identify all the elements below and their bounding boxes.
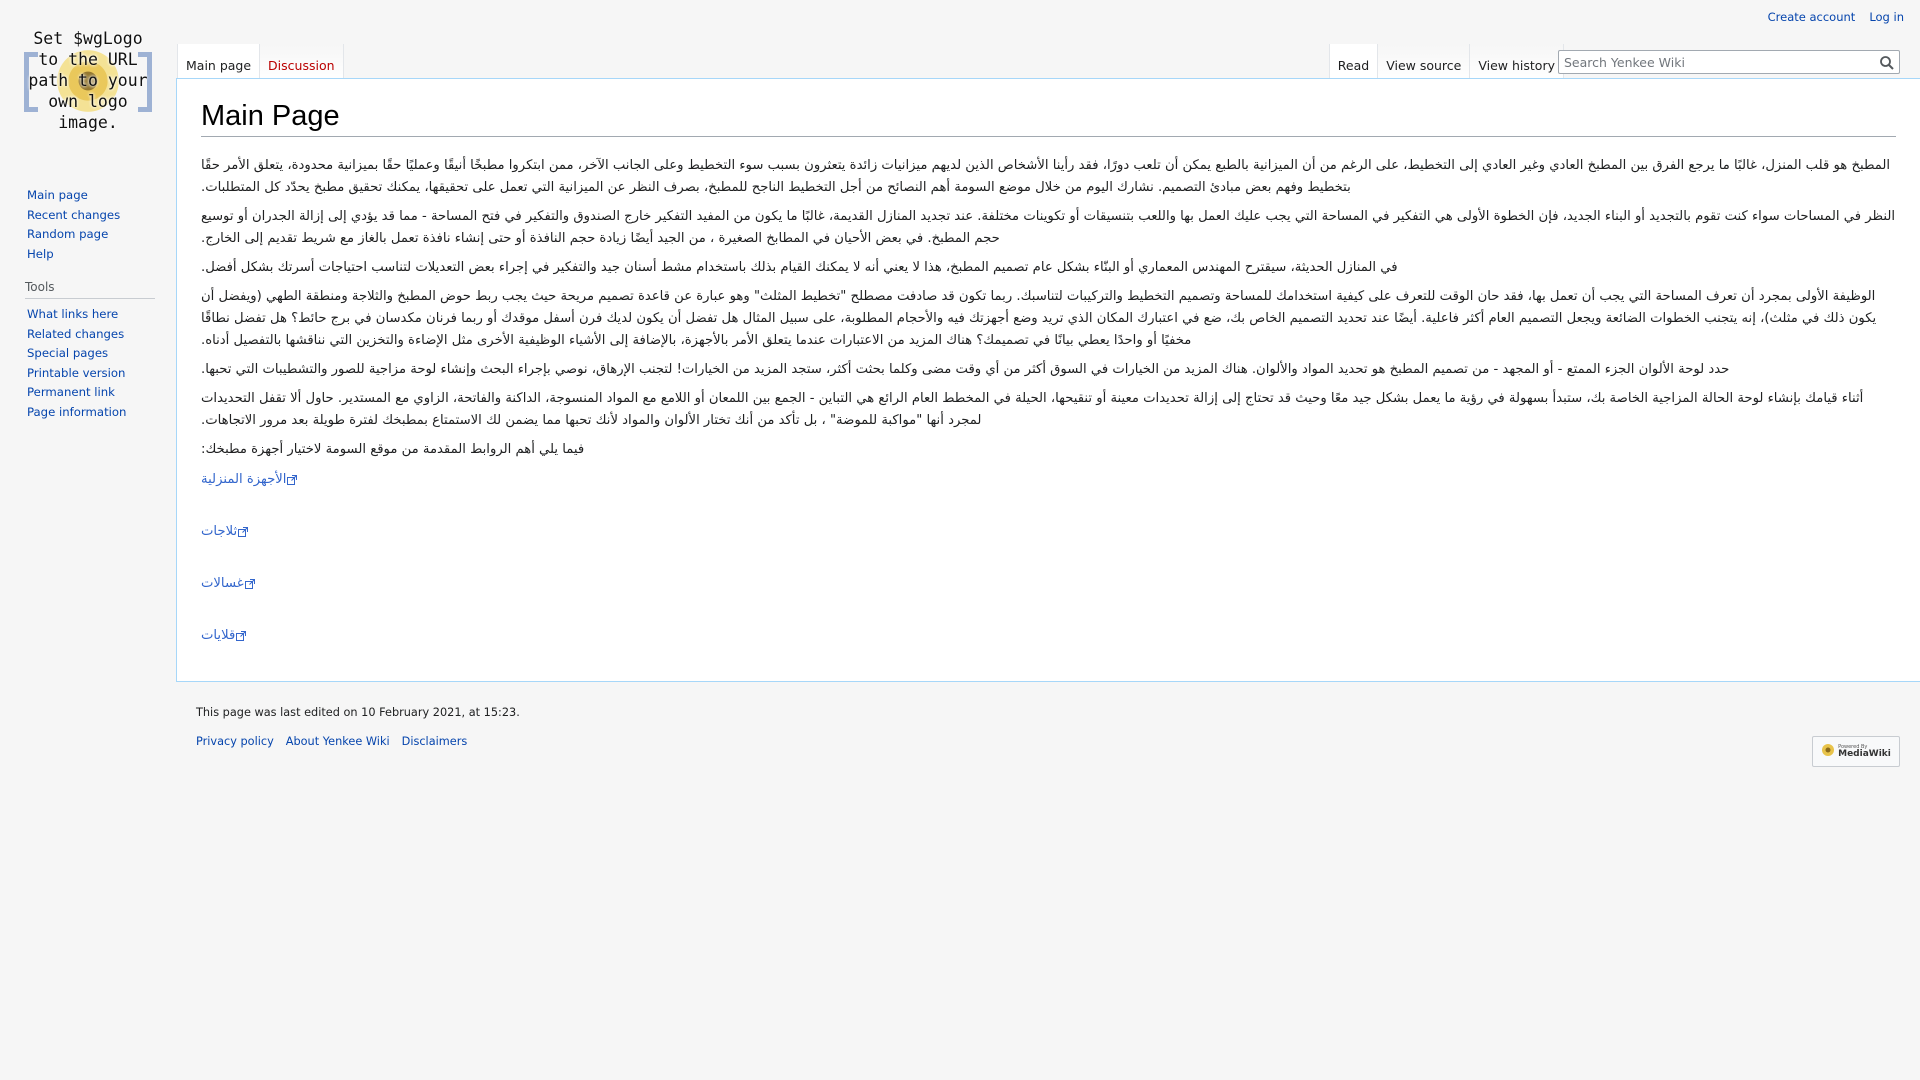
paragraph: حدد لوحة الألوان الجزء الممتع - أو المجه… [201,361,1730,377]
external-link-fryers[interactable]: قلايات [201,627,247,643]
external-link-fridges[interactable]: ثلاجات [201,523,249,539]
sidebar: Main page Recent changes Random page Hel… [25,186,155,438]
external-link-icon [287,474,298,485]
sidebar-item-printable-version[interactable]: Printable version [27,366,125,380]
external-link-label: غسالات [201,575,244,591]
namespace-tabs: Main page Discussion [177,44,344,80]
paragraph: النظر في المساحات سواء كنت تقوم بالتجديد… [201,208,1896,246]
personal-tools: Create account Log in [1768,10,1904,24]
sidebar-tools-heading: Tools [25,280,155,299]
external-link-icon [236,630,247,641]
sidebar-item-related-changes[interactable]: Related changes [27,327,124,341]
powered-by-big: MediaWiki [1838,749,1891,759]
external-link-label: قلايات [201,627,236,643]
sidebar-item-special-pages[interactable]: Special pages [27,346,108,360]
tab-view-source[interactable]: View source [1378,44,1471,80]
external-link-washers[interactable]: غسالات [201,576,255,591]
external-link-icon [238,526,249,537]
body-content: المطبخ هو قلب المنزل، غالبًا ما يرجع الف… [201,155,1896,676]
tab-read[interactable]: Read [1328,44,1379,80]
external-link-label: الأجهزة المنزلية [201,471,287,487]
external-links-list: الأجهزة المنزلية ثلاجات غسالات قلايات [201,468,1896,676]
paragraph: في المنازل الحديثة، سيقترح المهندس المعم… [201,259,1398,275]
powered-by-mediawiki-badge[interactable]: Powered By MediaWiki [1812,736,1900,767]
tab-view-history-label[interactable]: View history [1478,58,1555,73]
sidebar-tools: Tools What links here Related changes Sp… [25,280,155,422]
page-title: Main Page [201,99,1896,137]
footer: This page was last edited on 10 February… [196,706,1900,748]
list-item: قلايات [201,624,1896,676]
list-item: غسالات [201,572,1896,624]
tab-main-page[interactable]: Main page [177,44,261,80]
footer-link-about[interactable]: About Yenkee Wiki [286,735,390,748]
list-item: ثلاجات [201,520,1896,572]
tab-read-label[interactable]: Read [1338,58,1369,73]
external-link-home-appliances[interactable]: الأجهزة المنزلية [201,471,298,487]
footer-link-disclaimers[interactable]: Disclaimers [402,735,468,748]
sidebar-item-random-page[interactable]: Random page [27,227,108,241]
site-logo[interactable]: Set $wgLogo to the URL path to your own … [22,28,154,134]
paragraph: الوظيفة الأولى بمجرد أن تعرف المساحة الت… [201,288,1877,348]
sidebar-item-help[interactable]: Help [27,247,54,261]
footer-places: Privacy policy About Yenkee Wiki Disclai… [196,735,1900,748]
sidebar-item-what-links-here[interactable]: What links here [27,307,118,321]
main-content: Main Page المطبخ هو قلب المنزل، غالبًا م… [176,78,1920,682]
log-in-link[interactable]: Log in [1869,10,1904,24]
sidebar-item-recent-changes[interactable]: Recent changes [27,208,120,222]
external-link-label: ثلاجات [201,523,238,539]
external-link-icon [244,578,255,589]
paragraph: أثناء قيامك بإنشاء لوحة الحالة المزاجية … [201,390,1864,428]
mediawiki-flower-icon [1821,742,1835,761]
footer-link-privacy-policy[interactable]: Privacy policy [196,735,274,748]
sidebar-item-page-information[interactable]: Page information [27,405,126,419]
sidebar-navigation: Main page Recent changes Random page Hel… [27,186,155,264]
sidebar-item-main-page[interactable]: Main page [27,188,88,202]
tab-discussion-label[interactable]: Discussion [268,58,334,73]
create-account-link[interactable]: Create account [1768,10,1856,24]
search-input[interactable] [1559,51,1899,73]
view-tabs: Read View source View history [1328,44,1564,80]
tab-view-source-label[interactable]: View source [1386,58,1461,73]
tab-main-page-label[interactable]: Main page [186,58,251,73]
last-modified-info: This page was last edited on 10 February… [196,706,520,719]
paragraph: المطبخ هو قلب المنزل، غالبًا ما يرجع الف… [201,157,1891,195]
search-box [1558,50,1900,74]
powered-by-text: Powered By MediaWiki [1838,744,1891,759]
list-item: الأجهزة المنزلية [201,468,1896,520]
sidebar-item-permanent-link[interactable]: Permanent link [27,385,115,399]
logo-placeholder-text: Set $wgLogo to the URL path to your own … [28,29,148,132]
tab-view-history[interactable]: View history [1470,44,1564,80]
paragraph: فيما يلي أهم الروابط المقدمة من موقع الس… [201,441,585,457]
tab-discussion[interactable]: Discussion [260,44,344,80]
search-icon[interactable] [1879,55,1895,71]
